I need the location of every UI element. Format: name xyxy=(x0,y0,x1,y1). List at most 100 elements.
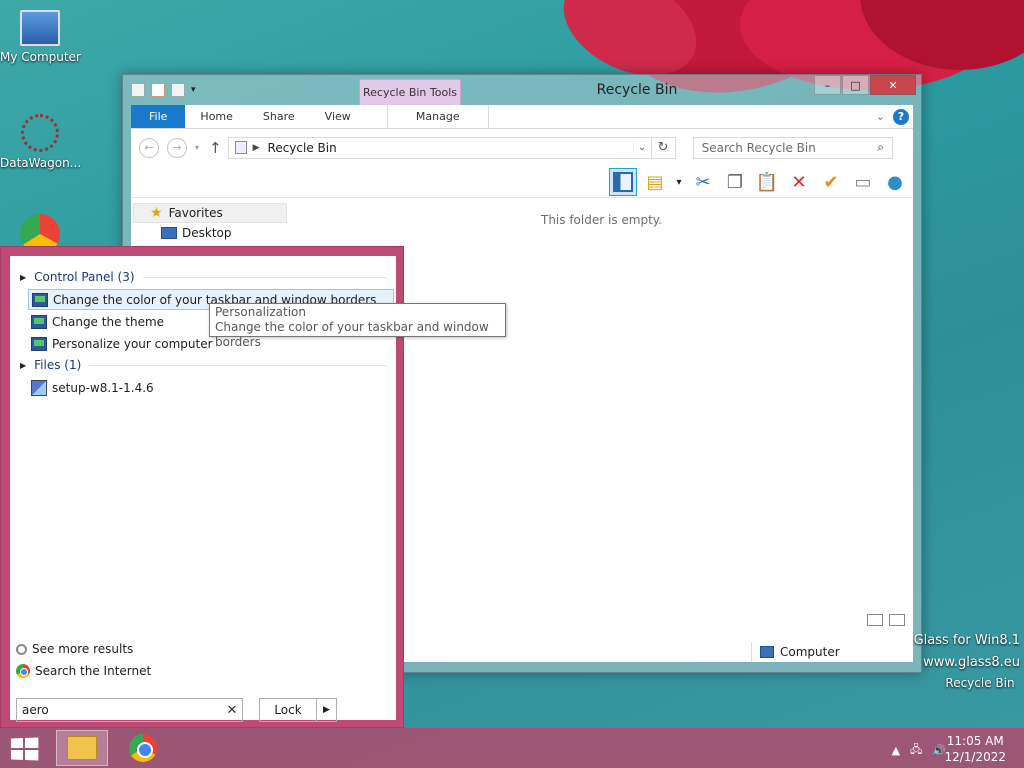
tab-share[interactable]: Share xyxy=(248,105,310,128)
taskbar-chrome[interactable] xyxy=(117,730,169,766)
search-result-item[interactable]: setup-w8.1-1.4.6 xyxy=(28,377,394,398)
title-bar[interactable]: ▾ Recycle Bin Tools Recycle Bin – □ ✕ xyxy=(123,75,921,105)
power-button-group: Lock ▶ xyxy=(259,698,337,722)
chrome-icon xyxy=(129,734,157,762)
network-icon[interactable]: 🖧 xyxy=(910,741,922,760)
folder-icon xyxy=(67,736,97,760)
watermark-line: Glass for Win8.1 xyxy=(913,633,1020,648)
status-location: Computer xyxy=(751,642,840,662)
breadcrumb-arrow-icon[interactable]: ▶ xyxy=(253,143,260,153)
tab-manage[interactable]: Manage xyxy=(386,105,489,128)
desktop-icon-label: DataWagon... xyxy=(0,156,82,170)
forward-button[interactable]: → xyxy=(167,137,187,158)
see-more-results-link[interactable]: See more results xyxy=(16,642,133,656)
result-label: Personalize your computer xyxy=(52,336,213,351)
control-panel-icon xyxy=(31,314,47,329)
taskbar-file-explorer[interactable] xyxy=(56,730,108,766)
nav-item-favorites[interactable]: ★ Favorites xyxy=(133,203,287,223)
command-toolbar: ▤ ▾ ✂ ❐ 📋 ✕ ✔ ▭ ● xyxy=(131,166,913,198)
result-group-control-panel[interactable]: ▶ Control Panel (3) xyxy=(20,270,386,284)
search-box[interactable]: Search Recycle Bin ⌕ xyxy=(692,136,893,159)
minimize-button[interactable]: – xyxy=(814,75,841,95)
ribbon-right: ⌄ ? xyxy=(876,105,913,128)
properties-check-icon[interactable]: ✔ xyxy=(817,168,845,196)
search-icon[interactable]: ⌕ xyxy=(870,140,892,155)
rename-icon[interactable]: ▭ xyxy=(849,168,877,196)
preview-pane-button[interactable] xyxy=(609,168,637,196)
system-tray: ▲ 🖧 🔊 xyxy=(892,741,946,760)
address-dropdown-icon[interactable]: ⌄ xyxy=(632,142,651,153)
delete-icon[interactable]: ✕ xyxy=(785,168,813,196)
power-options-arrow-icon[interactable]: ▶ xyxy=(316,699,336,721)
maximize-button[interactable]: □ xyxy=(842,75,869,95)
refresh-button[interactable]: ↻ xyxy=(651,136,676,159)
group-divider xyxy=(142,276,386,278)
status-location-label: Computer xyxy=(780,645,840,659)
magnifier-icon xyxy=(16,643,27,655)
close-button[interactable]: ✕ xyxy=(870,75,916,95)
search-query: aero xyxy=(22,703,49,717)
back-button[interactable]: ← xyxy=(139,137,159,158)
desktop-icon-label: Recycle Bin xyxy=(945,676,1015,690)
address-bar[interactable]: ▶ Recycle Bin ⌄ xyxy=(227,136,652,159)
desktop-icon-recycle-bin[interactable]: Recycle Bin xyxy=(940,676,1020,690)
link-label: Search the Internet xyxy=(35,664,152,678)
windows-start-icon[interactable] xyxy=(10,737,39,761)
result-tooltip: Personalization Change the color of your… xyxy=(209,303,506,349)
start-search-input[interactable]: aero ✕ xyxy=(16,698,243,722)
star-icon: ★ xyxy=(150,205,163,221)
datawagon-shortcut-icon xyxy=(21,114,59,152)
setup-file-icon xyxy=(31,379,47,396)
search-internet-link[interactable]: Search the Internet xyxy=(16,664,151,678)
watermark-line: www.glass8.eu xyxy=(923,655,1020,670)
clear-search-icon[interactable]: ✕ xyxy=(222,703,242,718)
expand-triangle-icon: ▶ xyxy=(20,360,27,370)
address-text: Recycle Bin xyxy=(267,140,337,155)
lock-button[interactable]: Lock xyxy=(260,699,316,721)
group-label: Files (1) xyxy=(34,358,82,372)
computer-icon xyxy=(20,10,60,46)
nav-label: Favorites xyxy=(168,206,223,220)
nav-item-desktop[interactable]: Desktop xyxy=(131,226,287,240)
expand-ribbon-icon[interactable]: ⌄ xyxy=(876,110,885,123)
layout-icon xyxy=(613,172,633,192)
empty-folder-message: This folder is empty. xyxy=(541,213,662,227)
desktop-icon xyxy=(161,227,177,239)
help-icon[interactable]: ? xyxy=(893,108,909,125)
tab-view[interactable]: View xyxy=(310,105,366,128)
clock-date: 12/1/2022 xyxy=(944,750,1006,764)
view-switcher xyxy=(867,614,905,626)
details-view-icon[interactable] xyxy=(867,614,883,626)
taskbar-clock[interactable]: 11:05 AM 12/1/2022 xyxy=(944,733,1006,765)
desktop-icon-label: My Computer xyxy=(0,50,81,64)
shell-globe-icon[interactable]: ● xyxy=(881,168,909,196)
paste-icon[interactable]: 📋 xyxy=(753,168,781,196)
recent-locations-icon[interactable]: ▾ xyxy=(195,143,199,152)
large-icons-view-icon[interactable] xyxy=(889,614,905,626)
link-label: See more results xyxy=(32,642,134,656)
glass-watermark: Glass for Win8.1 www.glass8.eu xyxy=(914,630,1020,674)
folder-options-icon[interactable]: ▤ xyxy=(641,168,669,196)
copy-icon[interactable]: ❐ xyxy=(721,168,749,196)
show-hidden-icons-icon[interactable]: ▲ xyxy=(892,744,900,757)
cut-icon[interactable]: ✂ xyxy=(689,168,717,196)
up-button[interactable]: ↑ xyxy=(209,139,222,157)
result-label: setup-w8.1-1.4.6 xyxy=(52,380,154,395)
navigation-bar: ← → ▾ ↑ ▶ Recycle Bin ⌄ ↻ Search Recycle… xyxy=(131,129,913,166)
tab-file[interactable]: File xyxy=(131,105,186,128)
computer-small-icon xyxy=(760,646,774,658)
options-dropdown-icon[interactable]: ▾ xyxy=(673,168,685,196)
group-label: Control Panel (3) xyxy=(34,270,135,284)
tab-home[interactable]: Home xyxy=(185,105,247,128)
result-label: Change the theme xyxy=(52,314,165,329)
desktop-icon-datawagon[interactable]: DataWagon... xyxy=(0,114,82,170)
ribbon-tabs: File Home Share View Manage ⌄ ? xyxy=(131,105,913,129)
group-divider xyxy=(89,364,386,366)
nav-label: Desktop xyxy=(182,226,232,240)
control-panel-icon xyxy=(32,292,48,307)
search-placeholder: Search Recycle Bin xyxy=(701,140,816,155)
tooltip-title: Personalization xyxy=(215,305,306,319)
desktop-icon-my-computer[interactable]: My Computer xyxy=(0,10,81,64)
recycle-bin-icon xyxy=(234,141,247,154)
result-group-files[interactable]: ▶ Files (1) xyxy=(20,358,386,372)
